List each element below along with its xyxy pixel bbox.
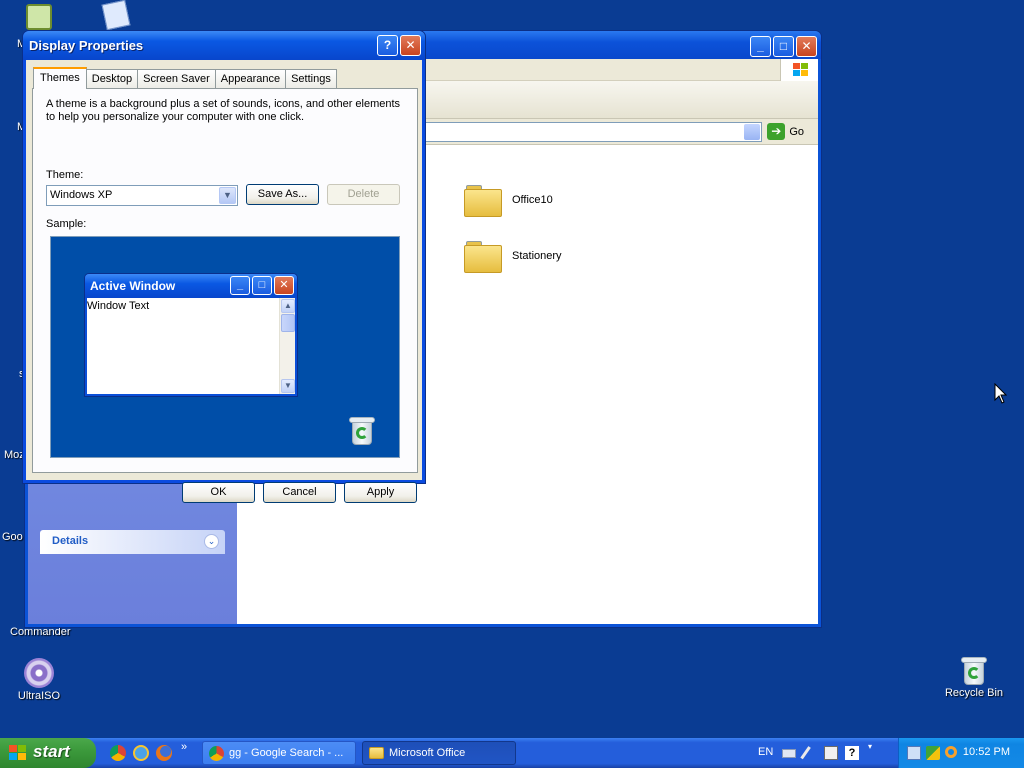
themes-tab-page: A theme is a background plus a set of so…	[32, 88, 418, 473]
chrome-icon[interactable]	[110, 745, 126, 761]
dialog-title: Display Properties	[29, 38, 144, 53]
address-input[interactable]	[408, 122, 762, 142]
sample-window-text: Window Text	[87, 300, 150, 312]
ok-button[interactable]: OK	[182, 482, 255, 503]
dialog-titlebar[interactable]: Display Properties ? ✕	[23, 31, 425, 60]
close-icon: ✕	[274, 276, 294, 295]
arrow-up-icon: ▲	[281, 299, 295, 313]
tab-settings[interactable]: Settings	[285, 69, 337, 89]
system-tray: 10:52 PM	[898, 738, 1024, 768]
tab-themes[interactable]: Themes	[33, 67, 87, 89]
windows-flag-icon	[9, 745, 27, 761]
arrow-down-icon: ▼	[281, 379, 295, 393]
folder-icon	[464, 239, 502, 273]
recycle-bin-icon	[961, 657, 987, 685]
delete-button[interactable]: Delete	[327, 184, 400, 205]
taskbar-button-google-search[interactable]: gg - Google Search - ...	[202, 741, 356, 765]
desktop-icon-notepad[interactable]	[78, 0, 154, 31]
pen-icon[interactable]	[800, 746, 812, 760]
theme-description: A theme is a background plus a set of so…	[46, 98, 401, 123]
internet-explorer-icon[interactable]	[133, 745, 149, 761]
taskbar: start » gg - Google Search - ... Microso…	[0, 738, 1024, 768]
options-icon[interactable]: ▾	[868, 742, 876, 760]
disc-icon	[24, 658, 54, 688]
desktop-icon-label: UltraISO	[17, 690, 61, 702]
help-icon: ?	[383, 38, 392, 52]
apply-button[interactable]: Apply	[344, 482, 417, 503]
recycle-bin-icon	[349, 417, 375, 445]
maximize-icon: □	[252, 276, 272, 295]
help-button[interactable]: ?	[377, 35, 398, 56]
help-icon[interactable]: ?	[845, 746, 859, 760]
folder-item[interactable]: Stationery	[464, 239, 562, 273]
folder-label: Stationery	[512, 250, 562, 262]
tab-screen-saver[interactable]: Screen Saver	[137, 69, 216, 89]
desktop-icon-recycle-bin[interactable]: Recycle Bin	[936, 657, 1012, 699]
close-icon: ✕	[801, 39, 812, 53]
document-icon	[101, 0, 131, 31]
details-label: Details	[52, 535, 89, 547]
folder-label: Office10	[512, 194, 553, 206]
close-button[interactable]: ✕	[796, 36, 817, 57]
taskbar-button-microsoft-office[interactable]: Microsoft Office	[362, 741, 516, 765]
maximize-icon: □	[779, 39, 788, 53]
folder-icon	[369, 747, 384, 759]
go-label: Go	[789, 125, 804, 138]
handwriting-icon[interactable]	[824, 746, 838, 760]
dialog-close-button[interactable]: ✕	[400, 35, 421, 56]
calendar-icon	[26, 4, 52, 30]
sample-active-window: Active Window _ □ ✕ Window Text ▲ ▼	[84, 273, 298, 397]
network-icon[interactable]	[907, 746, 921, 760]
quicklaunch-more-button[interactable]: »	[181, 741, 187, 753]
maximize-button[interactable]: □	[773, 36, 794, 57]
chrome-icon	[209, 746, 224, 761]
theme-sample-preview: Active Window _ □ ✕ Window Text ▲ ▼	[50, 236, 400, 458]
language-indicator[interactable]: EN	[758, 746, 773, 758]
minimize-icon: _	[757, 39, 764, 53]
keyboard-icon[interactable]	[782, 749, 796, 758]
sample-window-title: Active Window	[90, 279, 176, 293]
taskbar-clock[interactable]: 10:52 PM	[963, 746, 1010, 758]
desktop-icon-label: Recycle Bin	[944, 687, 1004, 699]
desktop-label-fragment: Goo	[2, 531, 23, 543]
search-icon[interactable]	[945, 746, 957, 758]
taskbar-button-label: gg - Google Search - ...	[229, 747, 344, 759]
mouse-cursor-icon	[994, 383, 1007, 404]
theme-label: Theme:	[46, 169, 84, 181]
chevron-down-icon[interactable]: ▼	[219, 187, 236, 204]
minimize-button[interactable]: _	[750, 36, 771, 57]
folder-item[interactable]: Office10	[464, 183, 553, 217]
display-properties-dialog: Display Properties ? ✕ Themes Desktop Sc…	[22, 30, 426, 503]
theme-select-value: Windows XP	[50, 189, 113, 201]
tab-desktop[interactable]: Desktop	[85, 69, 139, 89]
go-arrow-icon: ➔	[767, 123, 786, 140]
address-go-button[interactable]: ➔ Go	[767, 123, 804, 140]
minimize-icon: _	[230, 276, 250, 295]
address-dropdown-button[interactable]	[744, 124, 760, 140]
language-bar: EN ? ▾	[756, 738, 894, 768]
dialog-tabs: Themes Desktop Screen Saver Appearance S…	[33, 67, 337, 89]
cancel-button[interactable]: Cancel	[263, 482, 336, 503]
start-label: start	[33, 742, 70, 761]
tab-appearance[interactable]: Appearance	[214, 69, 287, 89]
close-icon: ✕	[405, 38, 416, 52]
desktop-icon-ultraiso[interactable]: UltraISO	[1, 658, 77, 702]
chevron-down-icon[interactable]: ⌄	[204, 534, 219, 549]
sample-scrollbar: ▲ ▼	[279, 298, 295, 394]
sample-label: Sample:	[46, 218, 87, 230]
start-button[interactable]: start	[0, 738, 96, 768]
folder-icon	[464, 183, 502, 217]
taskbar-button-label: Microsoft Office	[389, 747, 466, 759]
windows-flag-icon	[780, 59, 818, 81]
theme-select[interactable]: Windows XP ▼	[46, 185, 238, 206]
scroll-thumb	[281, 314, 295, 332]
security-icon[interactable]	[926, 746, 940, 760]
save-as-button[interactable]: Save As...	[246, 184, 319, 205]
desktop-icon-top-left[interactable]	[1, 4, 77, 30]
details-panel-header[interactable]: Details ⌄	[40, 530, 225, 554]
firefox-icon[interactable]	[156, 745, 172, 761]
